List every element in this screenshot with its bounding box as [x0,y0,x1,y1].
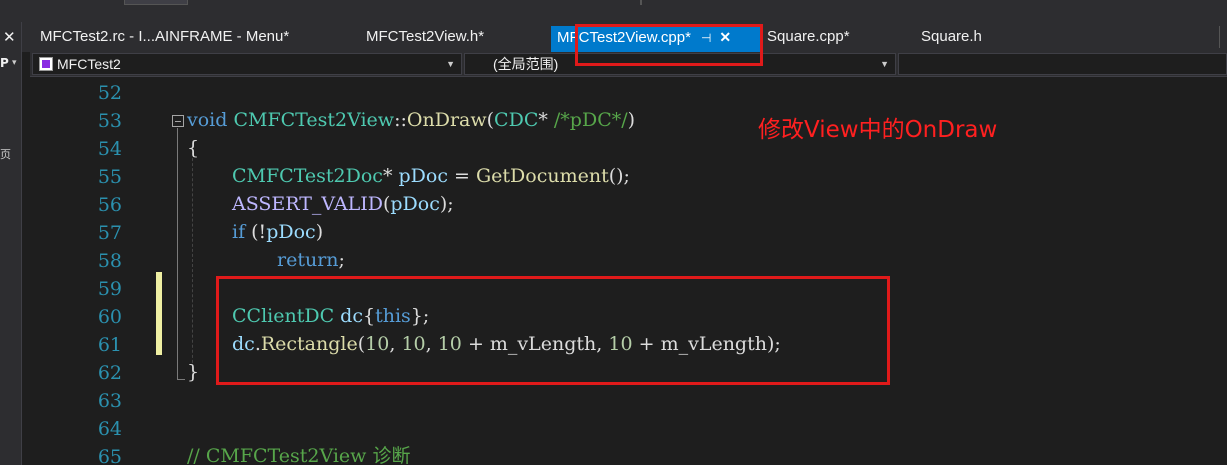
chevron-down-icon[interactable]: ▼ [880,54,889,74]
indent-guide [192,148,193,378]
member-dropdown[interactable] [898,53,1227,75]
code-line-65: // CMFCTest2View 诊断 [187,445,411,465]
tab-mfctest2-rc[interactable]: MFCTest2.rc - I...AINFRAME - Menu* [40,26,289,52]
line-number: 62 [97,362,122,384]
code-line-56: ASSERT_VALID(pDoc); [232,193,454,215]
line-number: 56 [97,194,122,216]
line-number: 52 [97,82,122,104]
panel-label-fragment: P [0,56,9,70]
fold-guide [177,128,178,380]
code-line-53: void CMFCTest2View::OnDraw(CDC* /*pDC*/) [187,109,636,131]
project-icon [39,57,53,71]
line-number: 61 [97,334,122,356]
line-number: 65 [97,446,122,465]
tab-label: MFCTest2.rc - I...AINFRAME - Menu* [40,28,290,45]
tab-label: MFCTest2View.h* [366,28,485,45]
tab-square-h[interactable]: Square.h [921,26,982,52]
chevron-down-icon[interactable]: ▾ [12,58,17,68]
change-indicator [156,272,162,355]
highlight-box-code [216,276,890,385]
close-icon[interactable]: ✕ [3,28,16,46]
toolbar-strip [0,0,1227,22]
tab-scroll-edge [1219,26,1227,48]
annotation-text: 修改View中的OnDraw [758,117,998,143]
line-number: 63 [97,390,122,412]
tab-label: Square.cpp* [767,28,850,45]
line-number: 55 [97,166,122,188]
line-number: 64 [97,418,122,440]
code-line-62: } [187,361,200,383]
line-number: 53 [97,110,122,132]
highlight-box-active-tab [575,24,763,66]
line-number: 57 [97,222,122,244]
tab-label: Square.h [921,28,982,45]
code-line-57: if (!pDoc) [232,221,324,243]
code-editor[interactable]: 52 53 54 55 56 57 58 59 60 61 62 63 64 6… [32,78,1227,465]
fold-guide-end [177,379,185,380]
line-number: 60 [97,306,122,328]
line-number: 54 [97,138,122,160]
project-name: MFCTest2 [57,56,121,72]
left-side-panel: ✕ P ▾ 页 [0,22,22,465]
code-line-55: CMFCTest2Doc* pDoc = GetDocument(); [232,165,630,187]
tab-mfctest2view-h[interactable]: MFCTest2View.h* [366,26,484,52]
collapse-icon[interactable] [172,115,184,127]
tab-square-cpp[interactable]: Square.cpp* [767,26,850,52]
code-line-54: { [187,137,200,159]
scope-label: (全局范围) [493,56,559,72]
line-number: 58 [97,250,122,272]
code-line-58: return; [277,249,345,271]
chevron-down-icon[interactable]: ▼ [446,54,455,74]
toolbar-button-fragment[interactable] [124,0,188,5]
toolbar-separator [640,0,642,5]
line-number: 59 [97,278,122,300]
panel-glyph-fragment: 页 [0,148,11,161]
project-dropdown[interactable]: MFCTest2 ▼ [32,53,462,75]
